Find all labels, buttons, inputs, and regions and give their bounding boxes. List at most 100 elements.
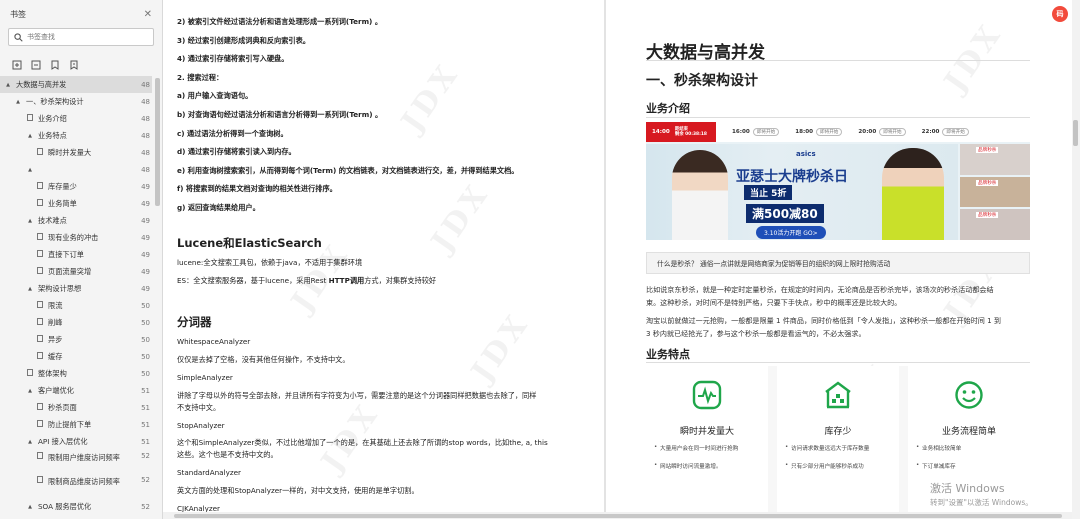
expand-toggle-icon[interactable]: ▲ [14,99,22,105]
sidebar-item[interactable]: 限流 50 [0,297,152,314]
slot-time: 20:00 [858,129,877,135]
expand-toggle-icon[interactable]: ▲ [26,167,34,173]
sidebar-item-page: 49 [141,284,150,293]
slot-1: 16:00 即将开始 [732,128,780,136]
sidebar-item[interactable]: ▲ 技术难点 49 [0,212,152,229]
text-line: 2) 被索引文件经过语法分析和语言处理形成一系列词(Term) 。 [177,17,383,26]
side-product: 品牌秒杀 [960,144,1030,175]
banner-cta: 3.10活力开跑 GO> [756,226,826,239]
bookmark-search-box[interactable] [8,28,154,46]
sidebar-item[interactable]: 缓存 50 [0,348,152,365]
bullet-icon [26,114,34,123]
text-line: 4) 通过索引存储将索引写入硬盘。 [177,54,289,64]
sidebar-item[interactable]: ▲ 大数据与高并发 48 [0,76,152,93]
activation-line2: 转到"设置"以激活 Windows。 [930,498,1033,507]
bookmark-icon[interactable] [69,55,79,70]
sidebar-item[interactable]: 瞬时并发量大 48 [0,144,152,161]
sidebar-item-page: 49 [141,250,150,259]
sidebar-item[interactable]: 秒杀页面 51 [0,399,152,416]
bookmark-tree: ▲ 大数据与高并发 48 ▲ 一、秒杀架构设计 48 业务介绍 48 ▲ 业务特点 48 瞬时并发量大… [0,76,152,515]
bookmark-search-input[interactable] [27,33,137,41]
sidebar-item-label: 削峰 [48,317,63,327]
expand-all-icon[interactable] [12,55,22,70]
analyzer-name: StopAnalyzer [177,421,225,430]
sidebar-item[interactable]: 整体架构 50 [0,365,152,382]
sidebar-item[interactable]: ▲ 一、秒杀架构设计 48 [0,93,152,110]
expand-toggle-icon[interactable]: ▲ [26,439,34,445]
sidebar-item[interactable]: 限制用户维度访问频率 52 [0,450,152,474]
intro-divider [646,117,1030,118]
sidebar-item-label: 限制商品维度访问频率 [48,477,120,486]
sidebar-item-page: 51 [141,420,150,429]
collapse-all-icon[interactable] [31,55,41,70]
sidebar-item-page: 50 [141,301,150,310]
sidebar-item-page: 52 [141,502,150,511]
sidebar-item[interactable]: 异步 50 [0,331,152,348]
feature-title: 瞬时并发量大 [679,427,734,437]
text-run: ES：全文搜索服务器，基于lucene，采用Rest [177,276,329,285]
sidebar-item-page: 52 [141,452,150,460]
sidebar-item[interactable]: 限制商品维度访问频率 52 [0,474,152,498]
sidebar-item[interactable]: 直接下订单 49 [0,246,152,263]
vertical-scroll-thumb[interactable] [1073,120,1078,146]
sidebar-item[interactable]: 现有业务的冲击 49 [0,229,152,246]
heading-lucene: Lucene和ElasticSearch [177,236,322,250]
sidebar-item[interactable]: ▲ 客户端优化 51 [0,382,152,399]
sidebar-item[interactable]: ▲ SOA 服务层优化 52 [0,498,152,515]
expand-toggle-icon[interactable]: ▲ [26,388,34,394]
vertical-scrollbar[interactable] [1072,0,1080,519]
text-line: f) 将搜索到的结果文档对查询的相关性进行排序。 [177,184,337,194]
add-bookmark-icon[interactable] [50,55,60,70]
sidebar-item-page: 52 [141,476,150,484]
activation-line1: 激活 Windows [930,482,1005,495]
search-icon [14,32,23,42]
model-right [882,148,944,240]
expand-toggle-icon[interactable]: ▲ [26,504,34,510]
text-line: g) 返回查询结果给用户。 [177,203,260,212]
close-icon[interactable]: ✕ [144,9,152,20]
sidebar-item[interactable]: ▲ 业务特点 48 [0,127,152,144]
sidebar-item[interactable]: 库存量少 49 [0,178,152,195]
expand-toggle-icon[interactable]: ▲ [26,218,34,224]
sidebar-item[interactable]: 业务介绍 48 [0,110,152,127]
sidebar-item-page: 48 [141,80,150,89]
text-line: 不支持中文。 [177,403,221,412]
bookmark-sidebar: 书签 ✕ ▲大数据与高并发48▲一、秒杀架构设计48业务介绍48▲业务特点48瞬… [0,0,163,519]
expand-toggle-icon[interactable]: ▲ [26,286,34,292]
bullet-icon [26,369,34,378]
text-line: ES：全文搜索服务器，基于lucene，采用Rest HTTP调用方式，对集群支… [177,276,436,286]
bullet-icon [36,352,44,361]
sidebar-item-label: 异步 [48,334,63,344]
side-product: 品牌秒杀 [960,176,1030,208]
sidebar-title: 书签 [10,9,26,19]
banner-discount: 当止 5折 [744,185,793,200]
sidebar-item[interactable]: 削峰 50 [0,314,152,331]
sidebar-item-page: 49 [141,182,150,191]
text-line: a) 用户输入查询语句。 [177,91,253,101]
sidebar-item[interactable]: 页面流量突增 49 [0,263,152,280]
horizontal-scroll-thumb[interactable] [174,514,1062,518]
heading-business-intro: 业务介绍 [646,102,690,115]
sidebar-item[interactable]: ▲ API 接入层优化 51 [0,433,152,450]
sidebar-item[interactable]: ▲ 架构设计思想 49 [0,280,152,297]
feature-bullet: 访问请求数量远远大于库存数量 [785,444,869,452]
floating-action-button[interactable]: 码 [1052,6,1068,22]
slot-label: 即将开始 [752,128,780,136]
sidebar-item-label: 限流 [48,300,63,310]
current-slot: 14:00 距结束 剩余 00:38:18 [646,122,716,142]
sidebar-item-label: 缓存 [48,351,63,361]
sidebar-item-label: 技术难点 [38,215,67,225]
sidebar-item[interactable]: 防止提前下单 51 [0,416,152,433]
sidebar-scrollbar[interactable] [155,78,160,206]
expand-toggle-icon[interactable]: ▲ [26,133,34,139]
sidebar-item[interactable]: 业务简单 49 [0,195,152,212]
text-line: d) 通过索引存储将索引读入到内存。 [177,147,296,157]
sidebar-item[interactable]: ▲ 48 [0,161,152,178]
expand-toggle-icon[interactable]: ▲ [4,82,12,88]
text-line: e) 利用查询树搜索索引，从而得到每个词(Term) 的文档链表，对文档链表进行… [177,165,519,175]
brand-logo: asics [796,150,816,158]
feature-bullet: 下订单减库存 [916,462,956,470]
bullet-icon [36,267,44,276]
sidebar-item-label: 防止提前下单 [48,419,92,429]
text-line: 2. 搜索过程： [177,72,224,82]
